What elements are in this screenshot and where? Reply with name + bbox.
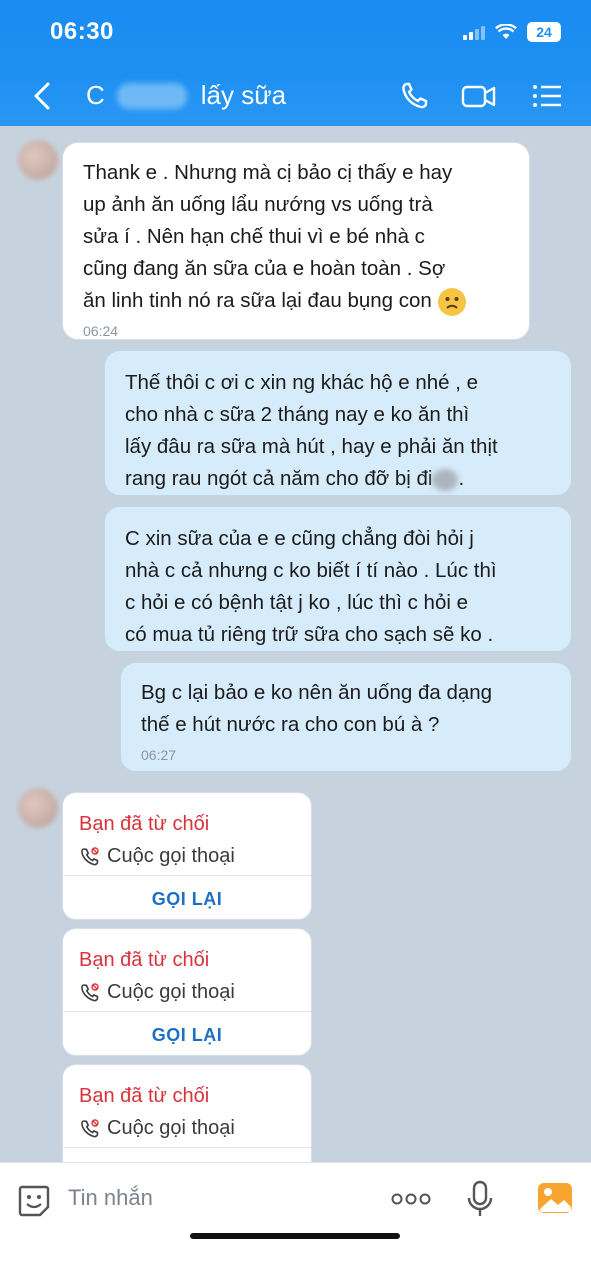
message-line: sửa í . Nên hạn chế thui vì e bé nhà c [83, 225, 425, 248]
status-time: 06:30 [50, 18, 114, 45]
message-time: 06:27 [141, 747, 177, 763]
phone-call-icon[interactable] [398, 80, 436, 112]
outgoing-message[interactable]: Thế thôi c ơi c xin ng khác hộ e nhé , e… [104, 350, 572, 496]
call-type: Cuộc gọi thoại [79, 1117, 235, 1140]
outgoing-message[interactable]: C xin sữa của e e cũng chẳng đòi hỏi j n… [104, 506, 572, 652]
message-time: 06:24 [83, 323, 119, 339]
call-back-button[interactable]: GỌI LẠI [63, 1025, 311, 1046]
chat-header: 06:30 24 C lấy sữa [0, 0, 591, 126]
home-indicator [190, 1233, 400, 1239]
more-options-icon[interactable] [390, 1189, 432, 1209]
phone-declined-icon [81, 1118, 99, 1137]
message-line: nhà c cả nhưng c ko biết í tí nào . Lúc … [125, 559, 497, 582]
contact-avatar[interactable] [18, 140, 58, 180]
nav-row: C lấy sữa [0, 70, 591, 122]
message-input-bar: Tin nhắn [0, 1162, 591, 1280]
redacted-name [116, 82, 187, 109]
message-line: Thank e . Nhưng mà cị bảo cị thấy e hay [83, 161, 453, 184]
incoming-message[interactable]: Thank e . Nhưng mà cị bảo cị thấy e hay … [62, 142, 530, 340]
status-icons: 24 [463, 22, 561, 42]
call-back-button[interactable]: GỌI LẠI [63, 889, 311, 910]
phone-declined-icon [81, 846, 99, 865]
message-line: Thế thôi c ơi c xin ng khác hộ e nhé , e [125, 371, 479, 394]
sticker-emoji-icon[interactable] [16, 1183, 52, 1219]
back-icon[interactable] [28, 78, 58, 114]
menu-list-icon[interactable] [528, 80, 566, 112]
signal-icon [463, 24, 485, 40]
message-line: có mua tủ riêng trữ sữa cho sạch sẽ ko . [125, 623, 494, 646]
message-line: cũng đang ăn sữa của e hoàn toàn . Sợ [83, 257, 446, 280]
call-status: Bạn đã từ chối [79, 949, 210, 971]
message-line: up ảnh ăn uống lẩu nướng vs uống trà [83, 193, 433, 216]
phone-declined-icon [81, 982, 99, 1001]
missed-call-card: Bạn đã từ chối Cuộc gọi thoại GỌI LẠI [62, 928, 312, 1056]
video-call-icon[interactable] [460, 80, 498, 112]
message-line: rang rau ngót cả năm cho đỡ bị đi. [125, 467, 465, 491]
divider [63, 1147, 311, 1148]
call-type: Cuộc gọi thoại [79, 845, 235, 868]
call-status: Bạn đã từ chối [79, 813, 210, 835]
image-gallery-icon[interactable] [536, 1179, 574, 1215]
chat-title[interactable]: C lấy sữa [86, 80, 286, 111]
chat-title-prefix: C [86, 80, 105, 110]
microphone-icon[interactable] [466, 1179, 494, 1219]
sad-face-emoji-icon [437, 287, 466, 316]
message-line: C xin sữa của e e cũng chẳng đòi hỏi j [125, 527, 474, 550]
contact-avatar[interactable] [18, 788, 58, 828]
message-line: thế e hút nước ra cho con bú à ? [141, 713, 440, 736]
divider [63, 1011, 311, 1012]
call-type: Cuộc gọi thoại [79, 981, 235, 1004]
message-line: ăn linh tinh nó ra sữa lại đau bụng con [83, 285, 511, 317]
wifi-icon [495, 24, 517, 39]
message-line: c hỏi e có bệnh tật j ko , lúc thì c hỏi… [125, 591, 469, 614]
outgoing-message[interactable]: Bg c lại bảo e ko nên ăn uống đa dạng th… [120, 662, 572, 772]
message-line: lấy đâu ra sữa mà hút , hay e phải ăn th… [125, 435, 498, 458]
battery-icon: 24 [527, 22, 561, 42]
call-status: Bạn đã từ chối [79, 1085, 210, 1107]
message-line: cho nhà c sữa 2 tháng nay e ko ăn thì [125, 403, 470, 426]
chat-title-suffix: lấy sữa [200, 80, 287, 110]
redacted-word [432, 468, 459, 491]
divider [63, 875, 311, 876]
message-input[interactable]: Tin nhắn [68, 1185, 153, 1211]
missed-call-card: Bạn đã từ chối Cuộc gọi thoại GỌI LẠI [62, 792, 312, 920]
message-line: Bg c lại bảo e ko nên ăn uống đa dạng [141, 681, 493, 704]
